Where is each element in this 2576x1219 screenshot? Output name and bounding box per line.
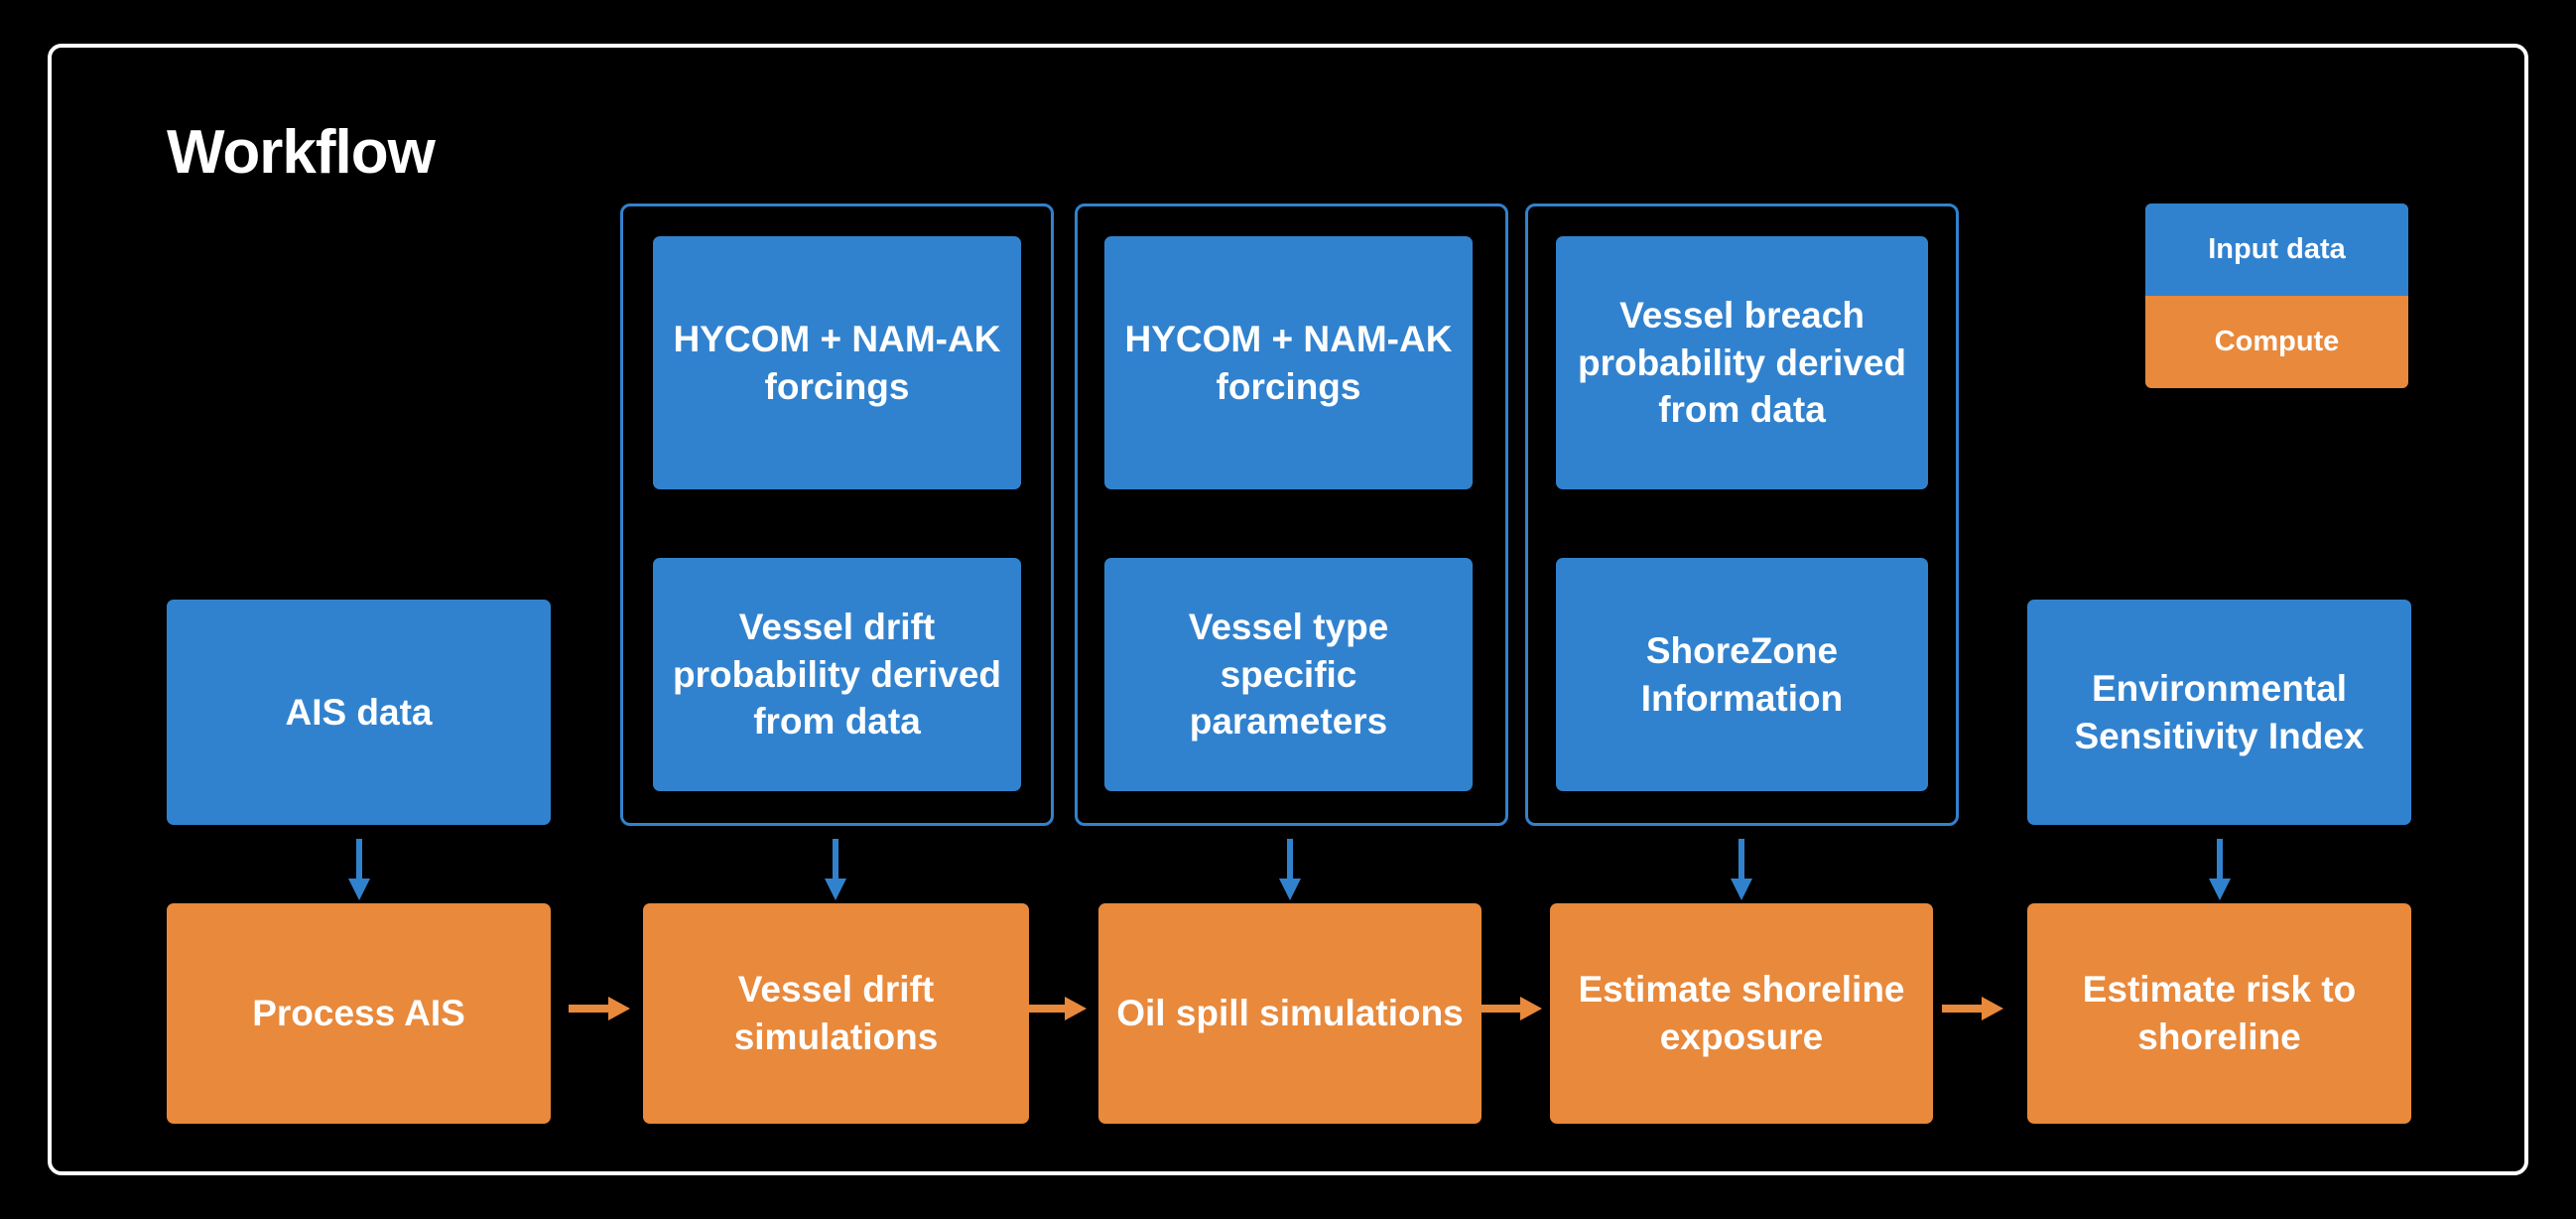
input-box-vessel-drift-probability: Vessel drift probability derived from da… <box>653 558 1021 791</box>
compute-box-process-ais: Process AIS <box>167 903 551 1124</box>
down-arrow-icon-ais <box>344 839 374 900</box>
compute-box-oil-spill-simulations: Oil spill simulations <box>1098 903 1481 1124</box>
legend-label-compute: Compute <box>2214 326 2340 357</box>
right-arrow-icon-3 <box>1481 993 1542 1024</box>
down-arrow-icon-esi <box>2205 839 2235 900</box>
input-box-hycom-nam-ak-forcings-spill: HYCOM + NAM-AK forcings <box>1104 236 1473 489</box>
legend-item-compute: Compute <box>2145 296 2408 388</box>
right-arrow-icon-2 <box>1025 993 1087 1024</box>
compute-box-estimate-risk-to-shoreline: Estimate risk to shoreline <box>2027 903 2411 1124</box>
legend-label-input-data: Input data <box>2208 233 2346 265</box>
down-arrow-icon-spill <box>1275 839 1305 900</box>
compute-box-estimate-shoreline-exposure: Estimate shoreline exposure <box>1550 903 1933 1124</box>
legend-item-input-data: Input data <box>2145 203 2408 296</box>
down-arrow-icon-shoreline <box>1727 839 1756 900</box>
input-box-environmental-sensitivity-index: Environmental Sensitivity Index <box>2027 600 2411 825</box>
input-box-ais-data: AIS data <box>167 600 551 825</box>
compute-box-vessel-drift-simulations: Vessel drift simulations <box>643 903 1029 1124</box>
right-arrow-icon-1 <box>569 993 630 1024</box>
down-arrow-icon-drift <box>821 839 850 900</box>
right-arrow-icon-4 <box>1942 993 2003 1024</box>
page-title: Workflow <box>167 118 436 187</box>
input-box-hycom-nam-ak-forcings-drift: HYCOM + NAM-AK forcings <box>653 236 1021 489</box>
input-box-shorezone-information: ShoreZone Information <box>1556 558 1928 791</box>
input-box-vessel-breach-probability: Vessel breach probability derived from d… <box>1556 236 1928 489</box>
input-box-vessel-type-parameters: Vessel type specific parameters <box>1104 558 1473 791</box>
legend: Input data Compute <box>2145 203 2408 388</box>
